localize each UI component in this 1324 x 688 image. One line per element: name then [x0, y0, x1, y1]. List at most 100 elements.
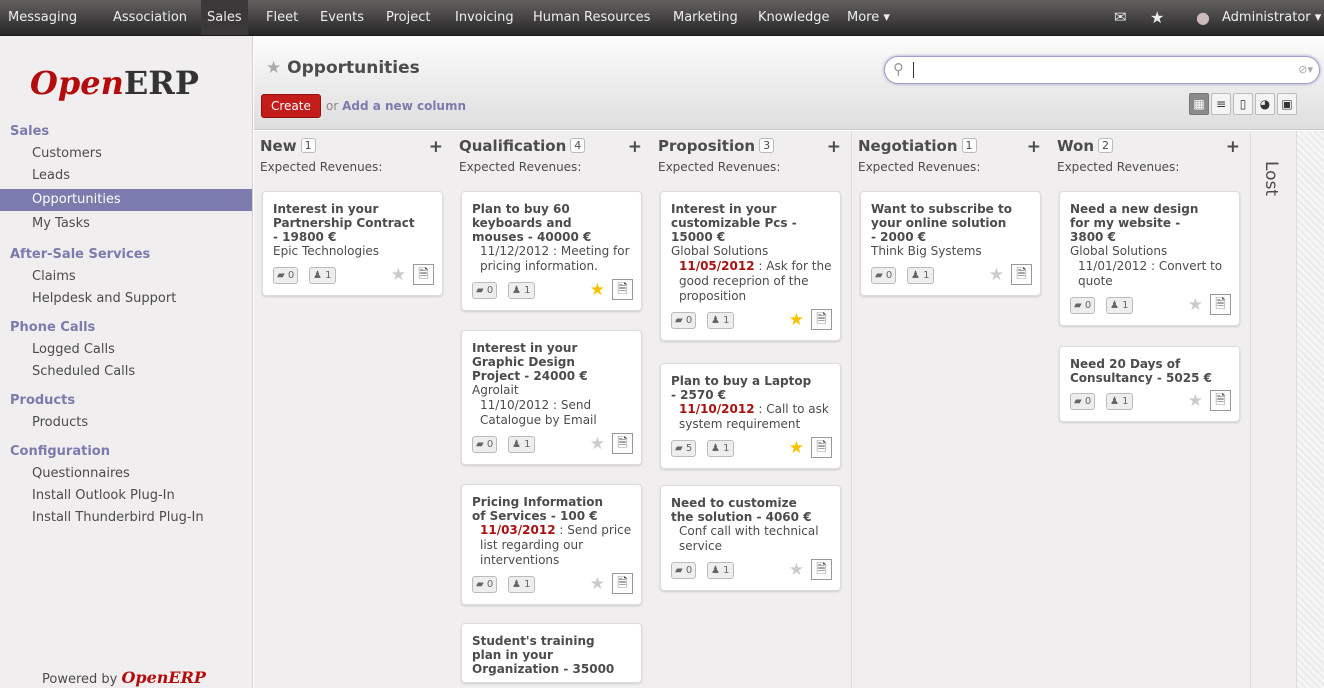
- menu-marketing[interactable]: Marketing: [673, 0, 738, 35]
- menu-events[interactable]: Events: [320, 0, 364, 35]
- document-icon[interactable]: 🗎: [811, 309, 832, 330]
- quick-create-icon[interactable]: +: [1027, 137, 1041, 157]
- priority-star-icon[interactable]: ★: [789, 310, 804, 330]
- document-icon[interactable]: 🗎: [612, 279, 633, 300]
- expected-revenues-label: Expected Revenues:: [260, 160, 383, 174]
- add-column-link[interactable]: Add a new column: [342, 99, 466, 113]
- card-line-text: system requirement: [679, 417, 801, 431]
- logo[interactable]: OpenERP: [30, 64, 199, 102]
- logo-open: Open: [30, 64, 124, 102]
- sidebar-item[interactable]: Install Thunderbird Plug-In: [0, 507, 252, 529]
- column-header[interactable]: Proposition 3: [658, 137, 775, 155]
- card-line: interventions: [472, 553, 633, 568]
- priority-star-icon[interactable]: ★: [789, 438, 804, 458]
- document-icon[interactable]: 🗎: [612, 433, 633, 454]
- menu-human-resources[interactable]: Human Resources: [533, 0, 650, 35]
- opportunity-card[interactable]: Need a new design for my website -3800 € G…: [1059, 191, 1240, 326]
- document-icon[interactable]: 🗎: [1210, 294, 1231, 315]
- opportunity-card[interactable]: Interest in your Graphic Design Project - …: [461, 330, 642, 465]
- opportunity-card[interactable]: Interest in your customizable Pcs -15000 …: [660, 191, 841, 341]
- document-icon[interactable]: 🗎: [1011, 264, 1032, 285]
- document-icon[interactable]: 🗎: [811, 559, 832, 580]
- card-line-text: Catalogue by Email: [480, 413, 597, 427]
- menu-sales[interactable]: Sales: [201, 0, 248, 35]
- priority-star-icon[interactable]: ★: [590, 434, 605, 454]
- column-header[interactable]: Won 2: [1057, 137, 1113, 155]
- priority-star-icon[interactable]: ★: [1188, 295, 1203, 315]
- avatar[interactable]: ●: [1196, 0, 1210, 35]
- sidebar-item[interactable]: Scheduled Calls: [0, 361, 252, 383]
- sidebar-item[interactable]: Install Outlook Plug-In: [0, 485, 252, 507]
- card-title: Plan to buy 60: [472, 202, 570, 216]
- quick-create-icon[interactable]: +: [827, 137, 841, 157]
- opportunity-card[interactable]: Plan to buy a Laptop - 2570 €11/10/2012 :…: [660, 363, 841, 469]
- graph-view-icon[interactable]: ◕: [1255, 93, 1275, 115]
- menu-knowledge[interactable]: Knowledge: [758, 0, 829, 35]
- powered-brand[interactable]: OpenERP: [121, 668, 205, 687]
- star-icon[interactable]: ★: [1150, 0, 1164, 35]
- card-title: 15000 €: [671, 230, 726, 244]
- sidebar-item[interactable]: Logged Calls: [0, 339, 252, 361]
- card-title: Interest in your: [671, 202, 777, 216]
- opportunity-card[interactable]: Pricing Information of Services - 100 €11…: [461, 484, 642, 605]
- list-view-icon[interactable]: ≡: [1211, 93, 1231, 115]
- search-input[interactable]: ⚲ ⊘▾: [884, 56, 1320, 84]
- sidebar-item[interactable]: My Tasks: [0, 213, 252, 235]
- card-line-text: : Call to ask: [754, 402, 829, 416]
- favorite-star-icon[interactable]: ★: [266, 58, 281, 78]
- opportunity-card[interactable]: Need to customize the solution - 4060 € Co…: [660, 485, 841, 591]
- priority-star-icon[interactable]: ★: [590, 574, 605, 594]
- messages-badge: ▰ 5: [671, 440, 697, 457]
- messages-count: 5: [685, 443, 693, 454]
- card-line: Global Solutions: [671, 244, 832, 259]
- column-header[interactable]: Qualification 4: [459, 137, 586, 155]
- document-icon[interactable]: 🗎: [811, 437, 832, 458]
- kanban-view-icon[interactable]: ▦: [1189, 93, 1209, 115]
- quick-create-icon[interactable]: +: [628, 137, 642, 157]
- calendar-view-icon[interactable]: ▣: [1277, 93, 1297, 115]
- menu-more[interactable]: More ▾: [847, 0, 890, 35]
- opportunity-card[interactable]: Interest in your Partnership Contract - 19…: [262, 191, 443, 296]
- column-header[interactable]: New 1: [260, 137, 316, 155]
- quick-create-icon[interactable]: +: [429, 137, 443, 157]
- card-line: 11/10/2012 : Send: [472, 398, 633, 413]
- opportunity-card[interactable]: Plan to buy 60 keyboards and mouses - 4000…: [461, 191, 642, 311]
- menu-association[interactable]: Association: [113, 0, 187, 35]
- priority-star-icon[interactable]: ★: [989, 265, 1004, 285]
- kanban-column-lost-folded[interactable]: Lost: [1251, 131, 1297, 688]
- card-title: Student's training: [472, 634, 595, 648]
- document-icon[interactable]: 🗎: [1210, 390, 1231, 411]
- sidebar-item[interactable]: Questionnaires: [0, 463, 252, 485]
- card-title: Consultancy - 5025 €: [1070, 371, 1212, 385]
- mail-icon[interactable]: ✉: [1114, 0, 1127, 35]
- sidebar-item[interactable]: Leads: [0, 165, 252, 187]
- messages-count: 0: [885, 270, 893, 281]
- sidebar-item[interactable]: Claims: [0, 266, 252, 288]
- card-line-text: quote: [1078, 274, 1113, 288]
- menu-invoicing[interactable]: Invoicing: [455, 0, 514, 35]
- priority-star-icon[interactable]: ★: [1188, 391, 1203, 411]
- user-menu[interactable]: Administrator ▾: [1222, 0, 1321, 35]
- opportunity-card[interactable]: Want to subscribe to your online solution…: [860, 191, 1041, 296]
- create-button[interactable]: Create: [261, 94, 321, 118]
- menu-messaging[interactable]: Messaging: [8, 0, 77, 35]
- sidebar-item[interactable]: Opportunities: [0, 189, 252, 211]
- priority-star-icon[interactable]: ★: [391, 265, 406, 285]
- opportunity-card[interactable]: Student's training plan in your Organizati…: [461, 623, 642, 683]
- column-header[interactable]: Negotiation 1: [858, 137, 977, 155]
- search-options-icon[interactable]: ⊘▾: [1298, 63, 1313, 76]
- priority-star-icon[interactable]: ★: [590, 280, 605, 300]
- menu-fleet[interactable]: Fleet: [266, 0, 298, 35]
- card-line: system requirement: [671, 417, 832, 432]
- card-line-text: Think Big Systems: [871, 244, 982, 258]
- form-view-icon[interactable]: ▯: [1233, 93, 1253, 115]
- priority-star-icon[interactable]: ★: [789, 560, 804, 580]
- document-icon[interactable]: 🗎: [413, 264, 434, 285]
- opportunity-card[interactable]: Need 20 Days of Consultancy - 5025 € ▰ 0 ♟ …: [1059, 346, 1240, 422]
- sidebar-item[interactable]: Helpdesk and Support: [0, 288, 252, 310]
- quick-create-icon[interactable]: +: [1226, 137, 1240, 157]
- sidebar-item[interactable]: Products: [0, 412, 252, 434]
- sidebar-item[interactable]: Customers: [0, 143, 252, 165]
- menu-project[interactable]: Project: [386, 0, 430, 35]
- document-icon[interactable]: 🗎: [612, 573, 633, 594]
